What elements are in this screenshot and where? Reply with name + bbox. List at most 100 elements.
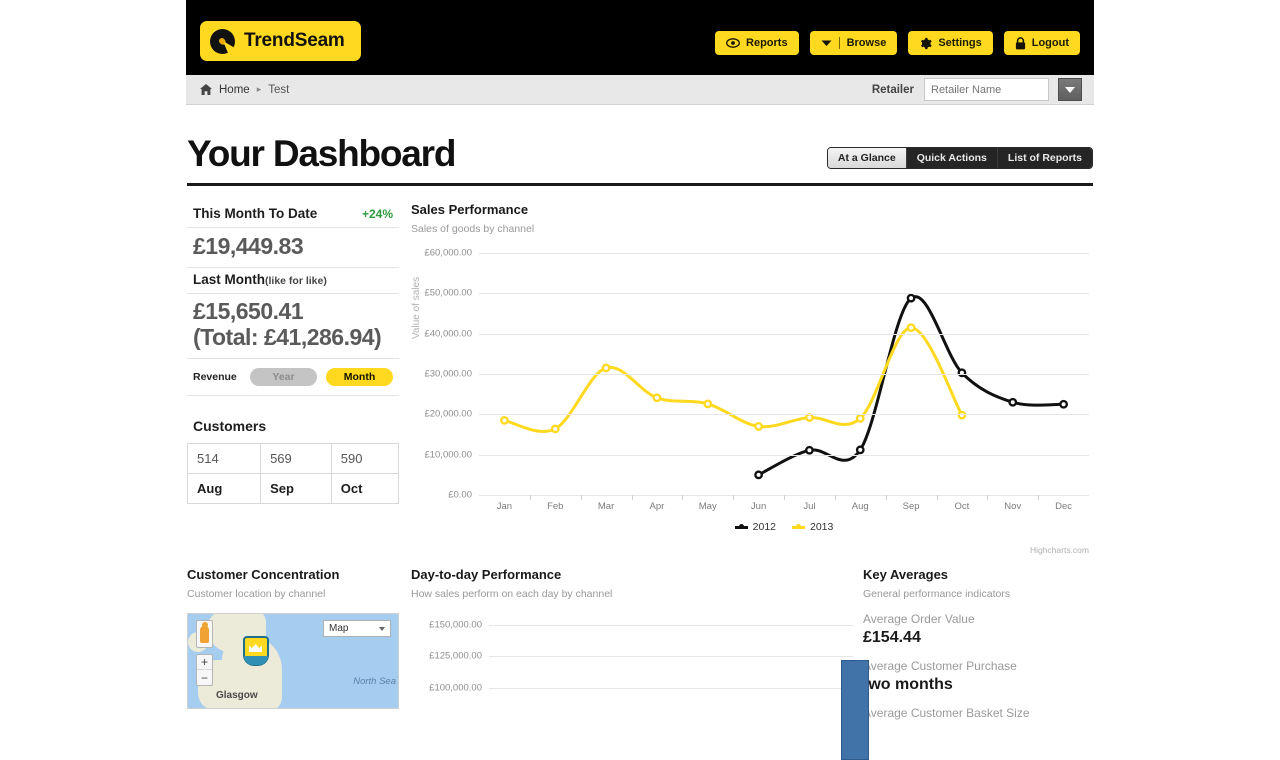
tab-list-of-reports[interactable]: List of Reports xyxy=(998,148,1092,168)
settings-button[interactable]: Settings xyxy=(908,31,992,55)
revenue-toggle-row: Revenue Year Month xyxy=(187,359,399,396)
data-point-2013[interactable] xyxy=(501,417,507,423)
legend-item-2013[interactable]: 2013 xyxy=(792,521,833,533)
y-axis-tick: £150,000.00 xyxy=(429,619,482,630)
data-point-2013[interactable] xyxy=(705,401,711,407)
bar-plot-area: £100,000.00£125,000.00£150,000.00 xyxy=(489,612,853,720)
map-type-dropdown[interactable]: Map xyxy=(323,620,391,637)
this-month-label: This Month To Date xyxy=(193,206,317,221)
customer-map[interactable]: + − Map Glasgow North Sea xyxy=(187,613,399,709)
data-point-2012[interactable] xyxy=(1060,401,1066,407)
axis-tickmark xyxy=(835,495,836,500)
y-axis-tick: £20,000.00 xyxy=(424,409,472,420)
retailer-input[interactable] xyxy=(924,78,1049,101)
data-point-2012[interactable] xyxy=(857,447,863,453)
customer-month-2: Oct xyxy=(331,473,398,503)
x-axis-tick: Aug xyxy=(852,501,869,512)
plot-area: £0.00£10,000.00£20,000.00£30,000.00£40,0… xyxy=(479,253,1089,495)
revenue-year-toggle[interactable]: Year xyxy=(250,368,317,386)
legend-item-2012[interactable]: 2012 xyxy=(735,521,776,533)
browse-button[interactable]: Browse xyxy=(810,31,898,55)
last-month-total: (Total: £41,286.94) xyxy=(193,325,393,351)
data-point-2012[interactable] xyxy=(806,447,812,453)
table-row: 514 569 590 xyxy=(188,443,399,473)
data-point-2012[interactable] xyxy=(755,472,761,478)
axis-tickmark xyxy=(937,495,938,500)
x-axis: JanFebMarAprMayJunJulAugSepOctNovDec xyxy=(479,501,1089,517)
y-axis-tick: £125,000.00 xyxy=(429,651,482,662)
chart-legend: 2012 2013 xyxy=(479,521,1089,533)
main-content: This Month To Date +24% £19,449.83 Last … xyxy=(186,186,1094,547)
revenue-month-toggle[interactable]: Month xyxy=(326,368,393,386)
retailer-selector: Retailer xyxy=(872,78,1082,101)
legend-label-2012: 2012 xyxy=(753,521,776,533)
page-header: Your Dashboard At a Glance Quick Actions… xyxy=(186,105,1094,169)
x-axis-tick: Jun xyxy=(751,501,766,512)
legend-label-2013: 2013 xyxy=(810,521,833,533)
legend-swatch-2013 xyxy=(792,523,805,532)
street-view-pegman-icon[interactable] xyxy=(196,620,213,648)
y-axis-title: Value of sales xyxy=(411,277,422,339)
reports-button[interactable]: Reports xyxy=(715,31,799,55)
axis-tickmark xyxy=(733,495,734,500)
key-averages-subtitle: General performance indicators xyxy=(863,588,1093,600)
axis-tickmark xyxy=(682,495,683,500)
average-customer-purchase-label: Average Customer Purchase xyxy=(863,659,1093,673)
tab-quick-actions[interactable]: Quick Actions xyxy=(907,148,998,168)
daytoday-subtitle: How sales perform on each day by channel xyxy=(411,588,857,600)
dashboard-page: TrendSeam Reports Browse Setting xyxy=(186,0,1094,720)
gridline xyxy=(479,334,1089,335)
data-point-2013[interactable] xyxy=(857,415,863,421)
lock-icon xyxy=(1015,37,1026,50)
map-marker-icon[interactable] xyxy=(243,636,269,666)
sales-panel-subtitle: Sales of goods by channel xyxy=(411,223,1093,235)
customers-table: 514 569 590 Aug Sep Oct xyxy=(187,443,399,504)
map-zoom-out-button[interactable]: − xyxy=(197,670,212,685)
brand-name: TrendSeam xyxy=(244,30,345,52)
map-zoom-controls: + − xyxy=(196,654,213,686)
gridline xyxy=(479,253,1089,254)
average-order-value-label: Average Order Value xyxy=(863,612,1093,626)
map-zoom-in-button[interactable]: + xyxy=(197,655,212,670)
concentration-title: Customer Concentration xyxy=(187,567,399,582)
retailer-dropdown-button[interactable] xyxy=(1058,78,1082,101)
gridline xyxy=(489,625,853,626)
reports-label: Reports xyxy=(746,37,788,49)
data-point-2013[interactable] xyxy=(552,426,558,432)
map-city-label: Glasgow xyxy=(216,690,258,701)
brand-logo[interactable]: TrendSeam xyxy=(200,21,361,61)
sales-panel-title: Sales Performance xyxy=(411,202,1093,217)
data-point-2012[interactable] xyxy=(908,295,914,301)
x-axis-tick: Nov xyxy=(1004,501,1021,512)
last-month-value: £15,650.41 xyxy=(193,299,393,325)
home-icon xyxy=(200,84,212,95)
last-month-sublabel: (like for like) xyxy=(265,275,327,287)
this-month-delta: +24% xyxy=(362,207,393,221)
daytoday-title: Day-to-day Performance xyxy=(411,567,857,582)
data-point-2012[interactable] xyxy=(959,370,965,376)
x-axis-tick: Apr xyxy=(650,501,665,512)
tab-at-a-glance[interactable]: At a Glance xyxy=(828,148,907,168)
bar[interactable] xyxy=(841,660,869,760)
data-point-2013[interactable] xyxy=(908,324,914,330)
data-point-2013[interactable] xyxy=(654,395,660,401)
y-axis-tick: £40,000.00 xyxy=(424,328,472,339)
data-point-2012[interactable] xyxy=(1010,399,1016,405)
customer-concentration-panel: Customer Concentration Customer location… xyxy=(187,567,399,720)
last-month-label-text: Last Month xyxy=(193,272,265,287)
map-type-label: Map xyxy=(329,623,348,634)
logout-button[interactable]: Logout xyxy=(1004,31,1080,55)
breadcrumb-current: Test xyxy=(268,84,289,96)
axis-tickmark xyxy=(581,495,582,500)
customer-count-1: 569 xyxy=(261,443,332,473)
breadcrumb-home[interactable]: Home xyxy=(219,84,250,96)
concentration-subtitle: Customer location by channel xyxy=(187,588,399,600)
gear-icon xyxy=(919,37,932,50)
this-month-row: This Month To Date +24% xyxy=(187,202,399,228)
data-point-2013[interactable] xyxy=(603,365,609,371)
axis-tickmark xyxy=(632,495,633,500)
retailer-label: Retailer xyxy=(872,84,914,96)
gridline xyxy=(479,455,1089,456)
customer-month-1: Sep xyxy=(261,473,332,503)
data-point-2013[interactable] xyxy=(755,423,761,429)
